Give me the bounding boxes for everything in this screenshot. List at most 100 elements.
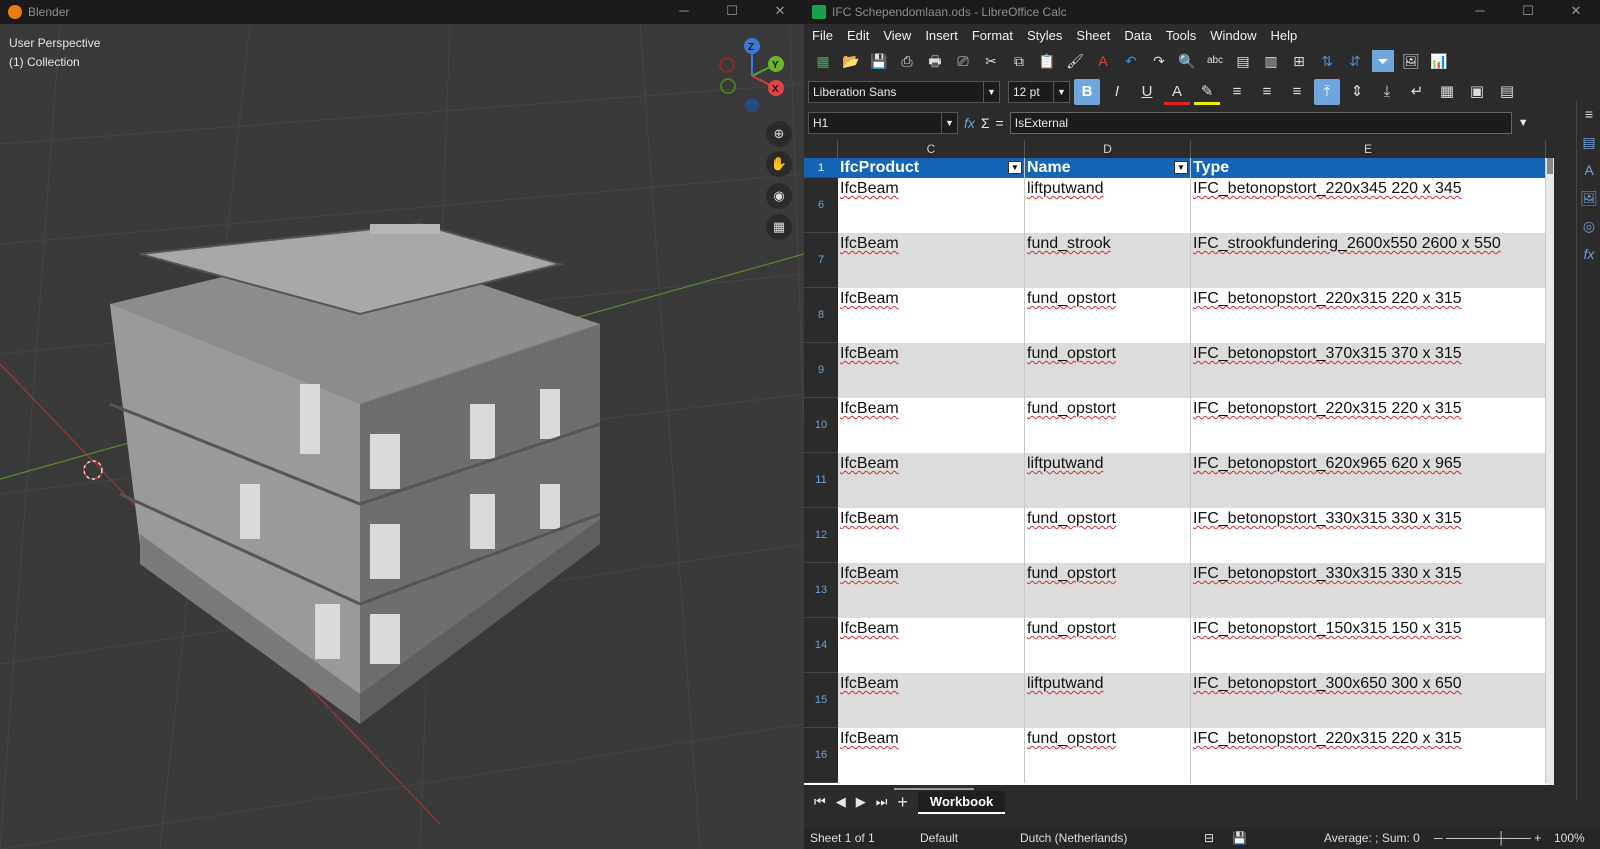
table-cell-c[interactable]: IfcBeam: [838, 563, 1025, 618]
chevron-down-icon[interactable]: ▼: [941, 113, 957, 133]
underline-button[interactable]: U: [1134, 79, 1160, 105]
row-icon[interactable]: ▤: [1232, 50, 1254, 72]
menu-file[interactable]: File: [812, 28, 833, 43]
table-cell-d[interactable]: liftputwand: [1025, 453, 1191, 508]
save-icon[interactable]: 💾: [868, 50, 890, 72]
table-cell-e[interactable]: IFC_betonopstort_220x345 220 x 345: [1191, 178, 1546, 233]
next-sheet-icon[interactable]: ▶: [856, 794, 866, 810]
3d-cursor[interactable]: [83, 460, 103, 480]
align-right-icon[interactable]: ≡: [1284, 79, 1310, 105]
functions-icon[interactable]: fx: [1577, 240, 1600, 268]
chart-icon[interactable]: 📊: [1428, 50, 1450, 72]
copy-icon[interactable]: ⧉: [1008, 50, 1030, 72]
table-cell-e[interactable]: IFC_betonopstort_300x650 300 x 650: [1191, 673, 1546, 728]
formula-input[interactable]: IsExternal: [1009, 112, 1512, 134]
sort-desc-icon[interactable]: ⇵: [1344, 50, 1366, 72]
formula-equals-icon[interactable]: =: [996, 115, 1004, 131]
font-color-button[interactable]: A: [1164, 79, 1190, 105]
align-bottom-icon[interactable]: ⤓: [1374, 79, 1400, 105]
first-sheet-icon[interactable]: ⏮: [814, 794, 826, 810]
menu-edit[interactable]: Edit: [847, 28, 869, 43]
freeze-icon[interactable]: ⊞: [1288, 50, 1310, 72]
borders-icon[interactable]: ▣: [1464, 79, 1490, 105]
properties-icon[interactable]: ▤: [1577, 128, 1600, 156]
table-cell-c[interactable]: IfcBeam: [838, 618, 1025, 673]
gallery-icon[interactable]: 🖼: [1577, 184, 1600, 212]
spreadsheet-grid[interactable]: C D E 1 IfcProduct Name Type ▼ ▼ 6 IfcBeam liftputw…: [804, 140, 1546, 785]
close-button[interactable]: ✕: [1552, 0, 1600, 24]
table-cell-d[interactable]: fund_strook: [1025, 233, 1191, 288]
table-cell-c[interactable]: IfcBeam: [838, 233, 1025, 288]
table-cell-e[interactable]: IFC_betonopstort_220x315 220 x 315: [1191, 288, 1546, 343]
row-header[interactable]: 8: [804, 288, 838, 343]
menu-window[interactable]: Window: [1210, 28, 1256, 43]
function-wizard-icon[interactable]: fx: [964, 115, 975, 131]
undo-icon[interactable]: ↶: [1120, 50, 1142, 72]
autofilter-dropdown-icon[interactable]: ▼: [1174, 161, 1188, 174]
prev-sheet-icon[interactable]: ◀: [836, 794, 846, 810]
column-header-d[interactable]: D: [1025, 140, 1191, 158]
close-button[interactable]: ✕: [756, 0, 804, 24]
status-page-style[interactable]: Default: [920, 831, 958, 845]
chevron-down-icon[interactable]: ▼: [983, 82, 999, 102]
table-cell-e[interactable]: IFC_betonopstort_220x315 220 x 315: [1191, 398, 1546, 453]
menu-help[interactable]: Help: [1270, 28, 1297, 43]
maximize-button[interactable]: ☐: [1504, 0, 1552, 24]
3d-viewport[interactable]: Z Y X User Perspective (1) Collection ⊕ …: [0, 24, 804, 849]
column-icon[interactable]: ▥: [1260, 50, 1282, 72]
row-header[interactable]: 7: [804, 233, 838, 288]
zoom-icon[interactable]: ⊕: [766, 121, 792, 147]
table-cell-d[interactable]: liftputwand: [1025, 178, 1191, 233]
table-cell-c[interactable]: IfcBeam: [838, 398, 1025, 453]
table-cell-e[interactable]: IFC_betonopstort_150x315 150 x 315: [1191, 618, 1546, 673]
table-cell-c[interactable]: IfcBeam: [838, 508, 1025, 563]
minimize-button[interactable]: ─: [660, 0, 708, 24]
camera-icon[interactable]: ◉: [766, 183, 792, 209]
align-left-icon[interactable]: ≡: [1224, 79, 1250, 105]
table-cell-d[interactable]: liftputwand: [1025, 673, 1191, 728]
header-cell-c[interactable]: IfcProduct: [838, 158, 1025, 178]
cut-icon[interactable]: ✂: [980, 50, 1002, 72]
wrap-text-icon[interactable]: ↵: [1404, 79, 1430, 105]
italic-button[interactable]: I: [1104, 79, 1130, 105]
row-header[interactable]: 1: [804, 158, 838, 178]
table-cell-d[interactable]: fund_opstort: [1025, 728, 1191, 783]
grid-icon[interactable]: ▦: [766, 214, 792, 240]
table-cell-e[interactable]: IFC_betonopstort_330x315 330 x 315: [1191, 563, 1546, 618]
sheet-tab-workbook[interactable]: Workbook: [917, 790, 1006, 814]
row-header[interactable]: 13: [804, 563, 838, 618]
document-modified-icon[interactable]: 💾: [1232, 831, 1247, 845]
minimize-button[interactable]: ─: [1456, 0, 1504, 24]
font-name-box[interactable]: Liberation Sans ▼: [808, 81, 1000, 103]
table-cell-c[interactable]: IfcBeam: [838, 288, 1025, 343]
table-cell-d[interactable]: fund_opstort: [1025, 508, 1191, 563]
styles-icon[interactable]: A: [1577, 156, 1600, 184]
align-top-icon[interactable]: ⤒: [1314, 79, 1340, 105]
table-cell-d[interactable]: fund_opstort: [1025, 618, 1191, 673]
column-header-e[interactable]: E: [1191, 140, 1546, 158]
menu-tools[interactable]: Tools: [1166, 28, 1196, 43]
vertical-scrollbar[interactable]: [1546, 158, 1554, 785]
column-header-c[interactable]: C: [838, 140, 1025, 158]
font-size-box[interactable]: 12 pt ▼: [1008, 81, 1070, 103]
zoom-slider[interactable]: ─ ──────┼─── +: [1434, 831, 1541, 845]
align-middle-icon[interactable]: ⇕: [1344, 79, 1370, 105]
expand-formula-icon[interactable]: ▼: [1518, 117, 1529, 129]
align-center-icon[interactable]: ≡: [1254, 79, 1280, 105]
status-language[interactable]: Dutch (Netherlands): [1020, 831, 1127, 845]
select-all-corner[interactable]: [804, 140, 838, 158]
border-style-icon[interactable]: ▤: [1494, 79, 1520, 105]
bold-button[interactable]: B: [1074, 79, 1100, 105]
menu-format[interactable]: Format: [972, 28, 1013, 43]
autofilter-icon[interactable]: ⏷: [1372, 50, 1394, 72]
table-cell-e[interactable]: IFC_strookfundering_2600x550 2600 x 550: [1191, 233, 1546, 288]
table-cell-d[interactable]: fund_opstort: [1025, 343, 1191, 398]
clear-format-icon[interactable]: A: [1092, 50, 1114, 72]
table-cell-d[interactable]: fund_opstort: [1025, 563, 1191, 618]
table-cell-d[interactable]: fund_opstort: [1025, 398, 1191, 453]
status-zoom[interactable]: 100%: [1554, 831, 1585, 845]
highlight-icon[interactable]: ✎: [1194, 79, 1220, 105]
spellcheck-icon[interactable]: abc: [1204, 50, 1226, 72]
table-cell-e[interactable]: IFC_betonopstort_620x965 620 x 965: [1191, 453, 1546, 508]
selection-mode-icon[interactable]: ⊟: [1204, 831, 1214, 845]
